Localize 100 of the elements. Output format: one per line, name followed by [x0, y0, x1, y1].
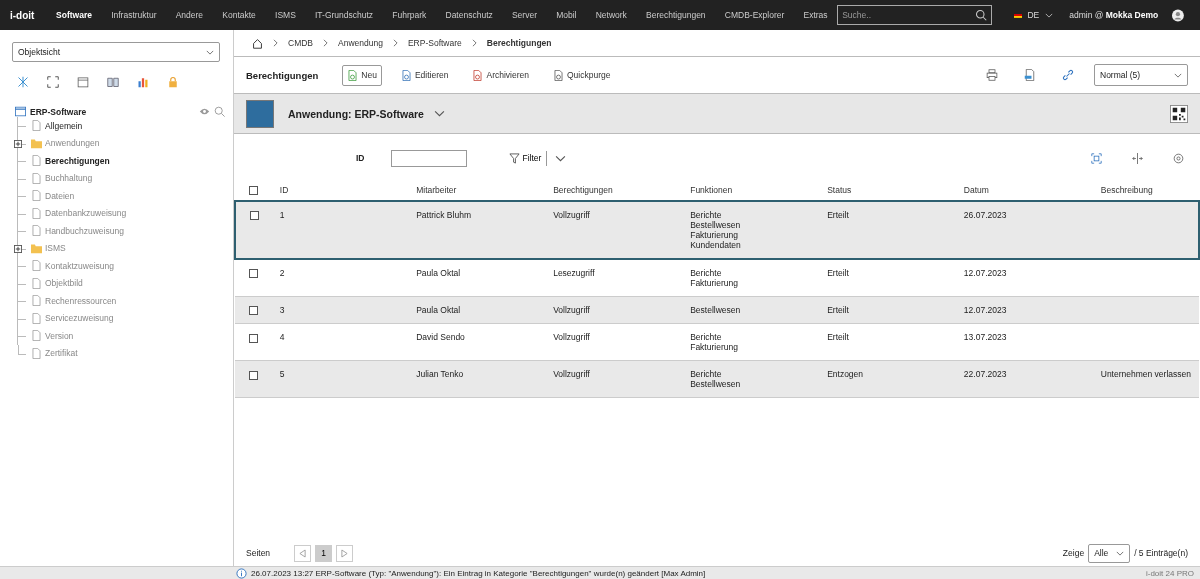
nav-tab[interactable]: Datenschutz	[435, 10, 503, 20]
chevron-down-icon[interactable]	[1174, 72, 1182, 78]
tree-item[interactable]: Objektbild	[45, 278, 83, 289]
nav-tab[interactable]: Server	[502, 10, 547, 20]
nav-tab[interactable]: Software	[46, 10, 102, 20]
nav-tab[interactable]: Infrastruktur	[101, 10, 167, 20]
row-checkbox[interactable]	[249, 370, 258, 380]
language-selector[interactable]: DE	[1027, 10, 1040, 20]
book-icon[interactable]	[107, 76, 119, 88]
column-header[interactable]: Funktionen	[690, 185, 733, 195]
document-icon	[31, 260, 42, 272]
triangle-left-icon[interactable]	[299, 548, 307, 558]
breadcrumb-link[interactable]: Anwendung	[338, 38, 383, 48]
document-icon[interactable]	[400, 69, 412, 81]
column-header[interactable]: Status	[827, 185, 852, 195]
breadcrumb-link[interactable]: Berechtigungen	[486, 38, 552, 48]
csv-file-icon[interactable]	[1024, 69, 1036, 81]
nav-tab[interactable]: Andere	[166, 10, 213, 20]
calendar-icon[interactable]	[77, 76, 89, 88]
page-size-select[interactable]: Alle	[1088, 543, 1131, 563]
network-icon[interactable]	[17, 76, 29, 88]
view-select[interactable]: Objektsicht	[12, 42, 220, 62]
expand-icon[interactable]	[14, 244, 22, 253]
search-icon[interactable]	[974, 9, 987, 21]
tree-item[interactable]: Servicezuweisung	[45, 313, 114, 324]
fit-icon[interactable]	[1091, 152, 1102, 164]
tree-item[interactable]: Berechtigungen	[45, 155, 110, 166]
caret-icon[interactable]	[433, 108, 445, 119]
breadcrumb-link[interactable]: CMDB	[288, 38, 314, 48]
column-header[interactable]: Berechtigungen	[553, 185, 613, 195]
table-cell: 12.07.2023	[963, 268, 1007, 278]
table-cell: Vollzugriff	[553, 332, 590, 343]
eye-icon[interactable]	[199, 106, 210, 117]
tree-item[interactable]: Handbuchzuweisung	[45, 225, 124, 236]
nav-tab[interactable]: Kontakte	[212, 10, 266, 20]
filter-icon[interactable]	[508, 152, 520, 164]
document-icon[interactable]	[553, 69, 564, 81]
table-cell: Unternehmen verlassen	[1100, 369, 1191, 380]
chevron-right-icon	[471, 39, 477, 47]
select-all-checkbox[interactable]	[249, 186, 258, 196]
toolbar-button[interactable]: Neu	[342, 64, 382, 86]
tree-item[interactable]: Version	[45, 330, 74, 341]
bar-chart-icon[interactable]	[137, 76, 149, 88]
avatar-icon[interactable]	[1172, 7, 1184, 23]
version-label: i-doit 24 PRO	[1145, 568, 1194, 578]
info-icon	[236, 567, 247, 579]
tree-item[interactable]: Datenbankzuweisung	[45, 208, 127, 219]
settings-icon[interactable]	[1173, 152, 1184, 164]
document-icon[interactable]	[472, 69, 484, 81]
nav-tab[interactable]: Fuhrpark	[382, 10, 436, 20]
tree-item[interactable]: Dateien	[45, 190, 75, 201]
tree-item[interactable]: Anwendungen	[45, 138, 100, 149]
tree-root-label[interactable]: ERP-Software	[30, 106, 87, 117]
nav-tab[interactable]: IT-Grundschutz	[305, 10, 383, 20]
tree-item[interactable]: Zertifikat	[45, 348, 78, 359]
status-select[interactable]: Normal (5)	[1094, 64, 1188, 86]
nav-tab[interactable]: Extras	[793, 10, 838, 20]
breadcrumb-link[interactable]: ERP-Software	[407, 38, 462, 48]
chevron-down-icon[interactable]	[206, 49, 214, 55]
column-header[interactable]: ID	[279, 185, 289, 195]
document-icon[interactable]	[347, 69, 359, 81]
row-checkbox[interactable]	[249, 269, 258, 279]
show-label: Zeige	[1062, 548, 1085, 558]
tree-item[interactable]: ISMS	[45, 243, 66, 254]
nav-tab[interactable]: ISMS	[265, 10, 306, 20]
columns-icon[interactable]	[1132, 152, 1143, 164]
table-cell: Vollzugriff	[553, 369, 590, 380]
print-icon[interactable]	[986, 69, 998, 81]
nav-tab[interactable]: Network	[586, 10, 637, 20]
row-checkbox[interactable]	[249, 306, 258, 316]
triangle-right-icon[interactable]	[341, 548, 349, 558]
page-button[interactable]: 1	[315, 544, 333, 562]
id-filter-field[interactable]	[390, 149, 467, 167]
user-label[interactable]: admin @ Mokka Demo	[1069, 10, 1159, 20]
filter-button[interactable]: Filter	[486, 150, 548, 166]
nav-tab[interactable]: Berechtigungen	[636, 10, 716, 20]
link-icon[interactable]	[1062, 69, 1074, 81]
fullscreen-icon[interactable]	[47, 76, 59, 88]
tree-item[interactable]: Buchhaltung	[45, 173, 93, 184]
tree-item[interactable]: Rechenressourcen	[45, 295, 117, 306]
expand-icon[interactable]	[14, 139, 22, 148]
home-icon[interactable]	[252, 37, 263, 49]
row-checkbox[interactable]	[250, 211, 259, 221]
toolbar-button[interactable]: Quickpurge	[548, 65, 616, 85]
chevron-down-icon[interactable]	[1116, 550, 1125, 556]
qr-code-icon[interactable]	[1170, 104, 1188, 123]
toolbar-button[interactable]: Archivieren	[467, 65, 534, 85]
search-field[interactable]: Suche..	[837, 5, 992, 25]
row-checkbox[interactable]	[249, 333, 258, 343]
table-cell: 22.07.2023	[963, 369, 1007, 380]
tree-item[interactable]: Kontaktzuweisung	[45, 260, 114, 271]
toolbar-button[interactable]: Editieren	[395, 65, 454, 85]
nav-tab[interactable]: Mobil	[546, 10, 587, 20]
column-header[interactable]: Beschreibung	[1100, 185, 1153, 195]
table-cell-text: Bestellwesen	[690, 305, 742, 315]
app-logo[interactable]: i-doit	[10, 9, 35, 21]
nav-tab[interactable]: CMDB-Explorer	[715, 10, 794, 20]
tree-item[interactable]: Allgemein	[45, 120, 83, 131]
column-header[interactable]: Mitarbeiter	[416, 185, 457, 195]
column-header[interactable]: Datum	[963, 185, 989, 195]
